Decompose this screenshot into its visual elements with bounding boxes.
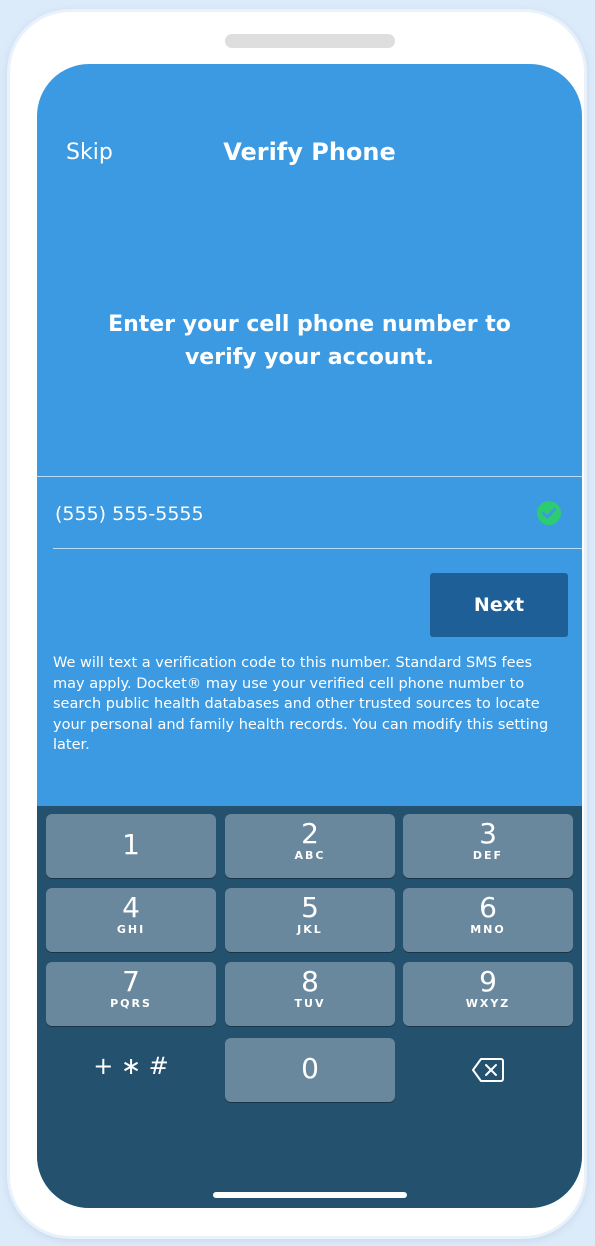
key-letters: TUV — [294, 997, 326, 1010]
key-2[interactable]: 2 ABC — [225, 814, 395, 878]
key-4[interactable]: 4 GHI — [46, 888, 216, 952]
key-digit: 6 — [479, 891, 497, 924]
symbols-label: + ∗ # — [93, 1052, 169, 1080]
divider-bottom — [53, 548, 582, 549]
key-digit: 3 — [479, 817, 497, 850]
key-digit: 0 — [301, 1052, 319, 1085]
key-1[interactable]: 1 — [46, 814, 216, 878]
key-digit: 2 — [301, 817, 319, 850]
disclaimer-text: We will text a verification code to this… — [53, 655, 549, 753]
key-digit: 4 — [122, 891, 140, 924]
key-letters: GHI — [116, 923, 146, 936]
key-6[interactable]: 6 MNO — [403, 888, 573, 952]
page-title: Verify Phone — [223, 138, 396, 166]
phone-number-input[interactable] — [53, 494, 495, 534]
key-digit: 5 — [301, 891, 319, 924]
home-indicator — [213, 1192, 407, 1198]
key-letters: PQRS — [110, 997, 152, 1010]
key-letters: MNO — [470, 923, 506, 936]
key-letters: JKL — [297, 923, 323, 936]
key-digit: 8 — [301, 965, 319, 998]
key-digit: 1 — [122, 828, 140, 861]
key-digit: 9 — [479, 965, 497, 998]
symbols-key[interactable]: + ∗ # — [46, 1038, 216, 1102]
key-letters: WXYZ — [465, 997, 511, 1010]
key-5[interactable]: 5 JKL — [225, 888, 395, 952]
check-circle-icon — [537, 501, 561, 525]
speaker-notch — [225, 34, 395, 48]
app-screen: Skip Verify Phone Enter your cell phone … — [37, 64, 582, 1208]
key-9[interactable]: 9 WXYZ — [403, 962, 573, 1026]
instruction-text: Enter your cell phone number to verify y… — [108, 312, 511, 370]
key-7[interactable]: 7 PQRS — [46, 962, 216, 1026]
key-digit: 7 — [122, 965, 140, 998]
backspace-icon — [472, 1058, 504, 1082]
key-letters: ABC — [294, 849, 326, 862]
next-button[interactable]: Next — [430, 573, 568, 637]
key-3[interactable]: 3 DEF — [403, 814, 573, 878]
key-0[interactable]: 0 — [225, 1038, 395, 1102]
delete-key[interactable] — [403, 1038, 573, 1102]
divider-top — [37, 476, 582, 477]
numeric-keypad: 1 2 ABC 3 DEF 4 GHI 5 JKL 6 MNO 7 PQRS 8 — [37, 806, 582, 1208]
key-letters: DEF — [472, 849, 504, 862]
key-8[interactable]: 8 TUV — [225, 962, 395, 1026]
